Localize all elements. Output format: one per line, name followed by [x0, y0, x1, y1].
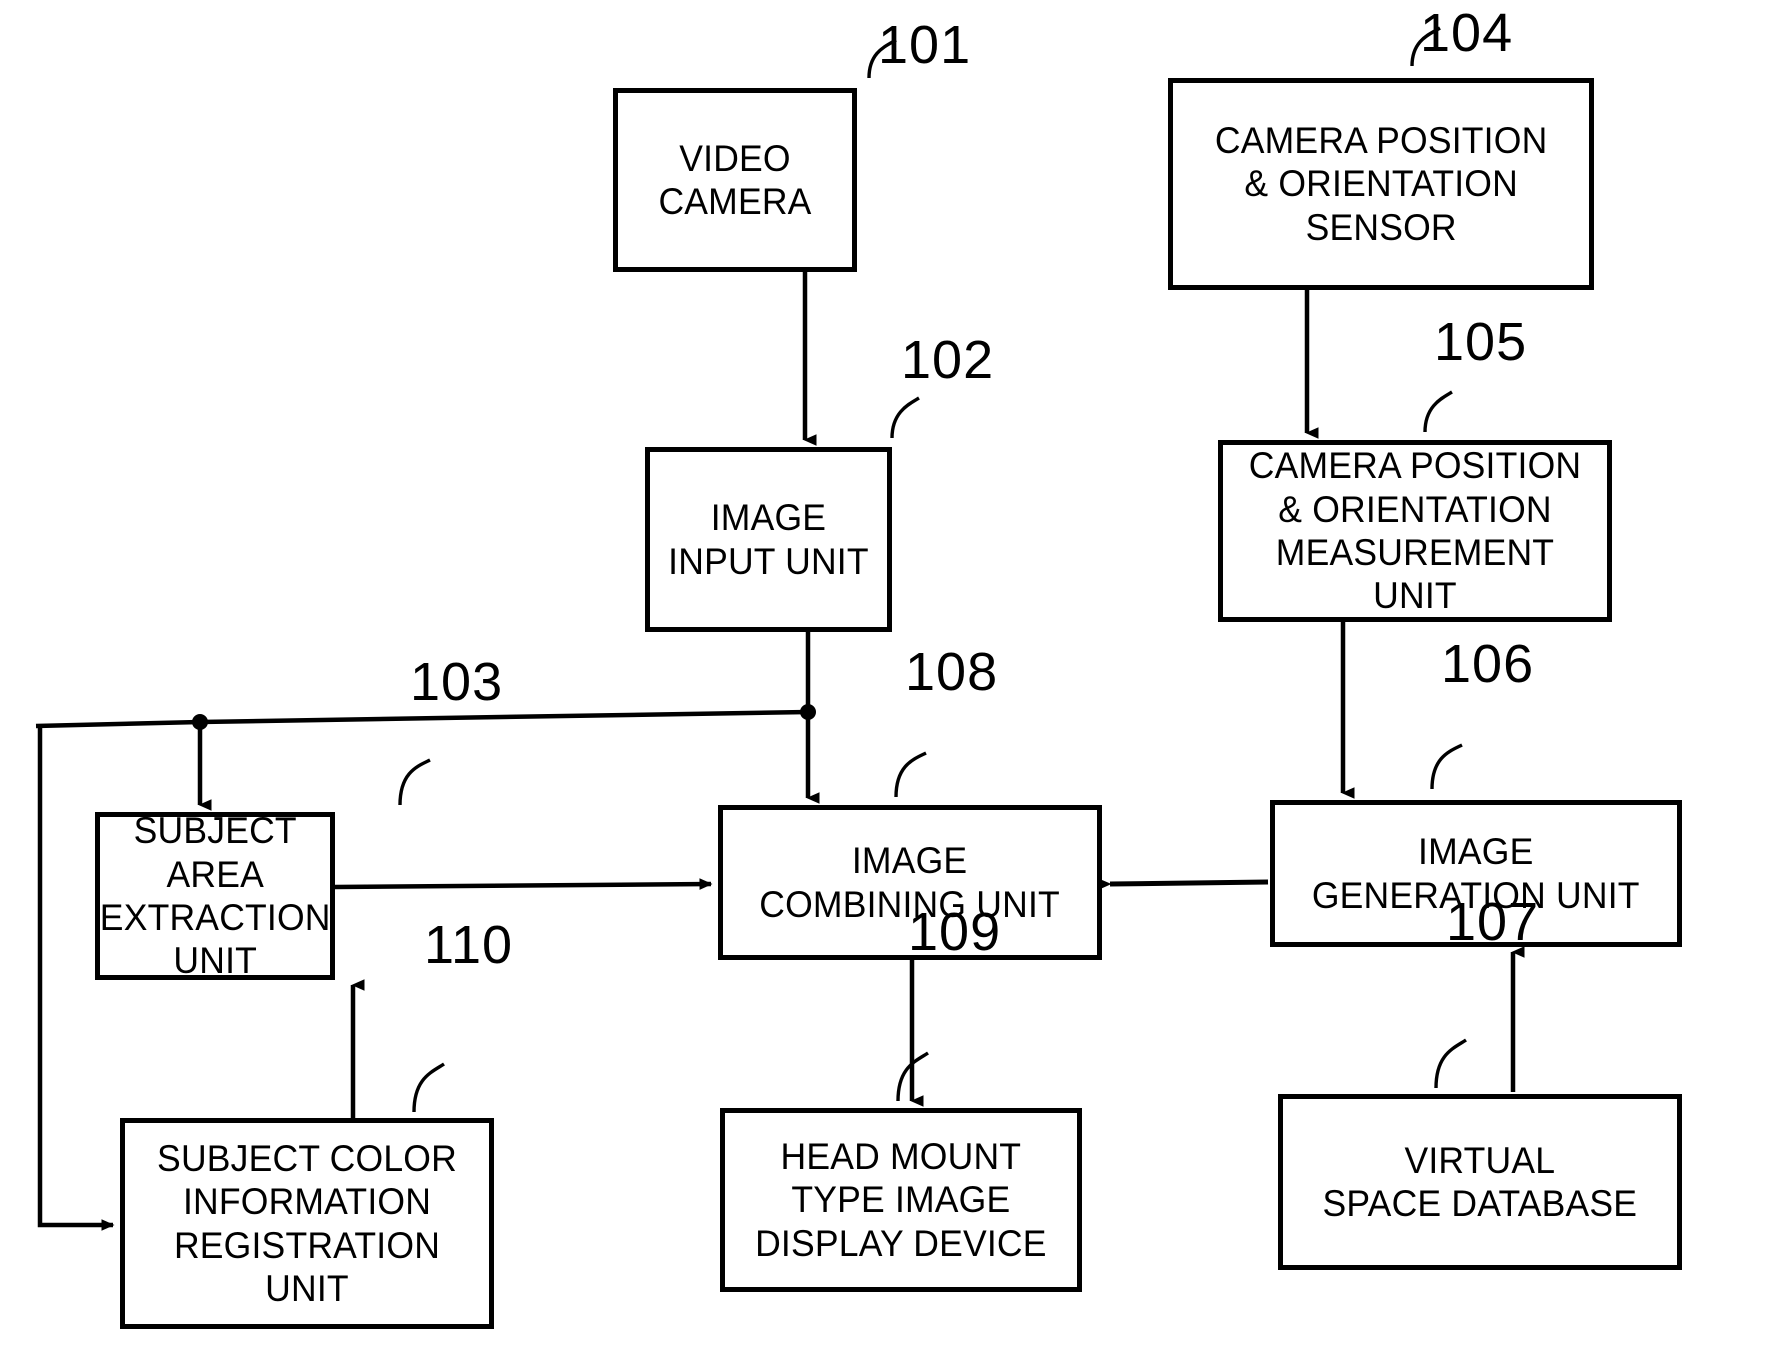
block-virtual-space-database[interactable]: VIRTUAL SPACE DATABASE — [1278, 1094, 1682, 1270]
block-label-110: SUBJECT COLOR INFORMATION REGISTRATION U… — [157, 1137, 457, 1309]
block-subject-area-extraction-unit[interactable]: SUBJECT AREA EXTRACTION UNIT — [95, 810, 335, 982]
block-image-input-unit[interactable]: IMAGE INPUT UNIT — [645, 447, 892, 632]
block-label-102: IMAGE INPUT UNIT — [668, 497, 869, 582]
reference-numeral-102: 102 — [901, 330, 995, 390]
block-video-camera[interactable]: VIDEO CAMERA — [613, 88, 857, 272]
reference-numeral-101: 101 — [878, 15, 972, 75]
reference-numeral-108: 108 — [905, 642, 999, 702]
block-camera-position-orientation-sensor[interactable]: CAMERA POSITION & ORIENTATION SENSOR — [1168, 78, 1594, 290]
block-label-103: SUBJECT AREA EXTRACTION UNIT — [99, 810, 331, 982]
block-label-109: HEAD MOUNT TYPE IMAGE DISPLAY DEVICE — [755, 1136, 1047, 1264]
reference-numeral-105: 105 — [1434, 312, 1528, 372]
block-camera-position-orientation-measurement-unit[interactable]: CAMERA POSITION & ORIENTATION MEASUREMEN… — [1218, 440, 1612, 622]
patent-figure: VIDEO CAMERA CAMERA POSITION & ORIENTATI… — [0, 0, 1785, 1368]
edge-106-to-108 — [1096, 877, 1269, 891]
block-head-mount-type-image-display-device[interactable]: HEAD MOUNT TYPE IMAGE DISPLAY DEVICE — [720, 1108, 1082, 1292]
edge-102-output-bus — [800, 632, 820, 804]
block-label-107: VIRTUAL SPACE DATABASE — [1322, 1139, 1638, 1224]
reference-numeral-107: 107 — [1446, 892, 1540, 952]
block-label-105: CAMERA POSITION & ORIENTATION MEASUREMEN… — [1248, 445, 1582, 617]
reference-numeral-104: 104 — [1420, 3, 1514, 63]
reference-numeral-106: 106 — [1441, 634, 1535, 694]
edge-103-to-108 — [334, 878, 713, 890]
reference-numeral-103: 103 — [410, 652, 504, 712]
reference-numeral-110: 110 — [424, 915, 514, 975]
block-label-101: VIDEO CAMERA — [658, 137, 812, 222]
block-subject-color-information-registration-unit[interactable]: SUBJECT COLOR INFORMATION REGISTRATION U… — [120, 1118, 494, 1329]
block-label-104: CAMERA POSITION & ORIENTATION SENSOR — [1214, 120, 1548, 248]
reference-numeral-109: 109 — [908, 902, 1002, 962]
